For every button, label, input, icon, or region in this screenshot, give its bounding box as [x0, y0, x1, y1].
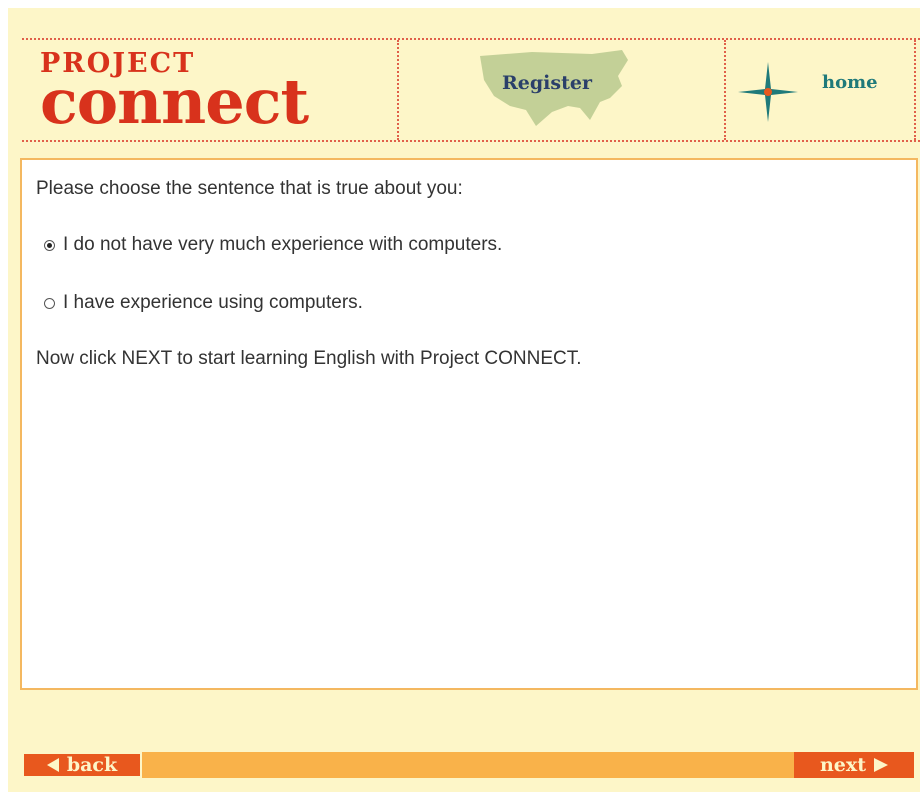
next-instruction: Now click NEXT to start learning English…	[36, 348, 582, 369]
next-button[interactable]: next	[794, 752, 914, 778]
question-prompt: Please choose the sentence that is true …	[36, 178, 463, 199]
logo-main-text: connect	[40, 65, 309, 138]
question-panel: Please choose the sentence that is true …	[20, 158, 918, 690]
page-frame: PROJECT connect Register home Please cho…	[8, 8, 920, 792]
option-has-experience[interactable]: I have experience using computers.	[44, 292, 363, 314]
radio-button-selected[interactable]	[44, 239, 55, 251]
right-arrow-icon	[874, 758, 888, 772]
header-divider	[397, 40, 399, 140]
option-label: I have experience using computers.	[63, 292, 363, 313]
register-label: Register	[502, 72, 592, 94]
radio-button[interactable]	[44, 297, 55, 309]
compass-star-icon	[738, 62, 798, 122]
register-link[interactable]: Register	[472, 46, 632, 132]
header: PROJECT connect Register home	[22, 38, 920, 142]
back-button[interactable]: back	[22, 752, 142, 778]
navigation-bar: back next	[22, 752, 914, 778]
back-label: back	[66, 754, 118, 776]
option-little-experience[interactable]: I do not have very much experience with …	[44, 234, 502, 256]
home-link[interactable]: home	[822, 72, 878, 93]
header-divider	[914, 40, 916, 140]
option-label: I do not have very much experience with …	[63, 234, 503, 255]
next-label: next	[819, 754, 866, 776]
left-arrow-icon	[46, 758, 59, 772]
header-divider	[724, 40, 726, 140]
project-connect-logo: PROJECT connect	[40, 50, 309, 138]
